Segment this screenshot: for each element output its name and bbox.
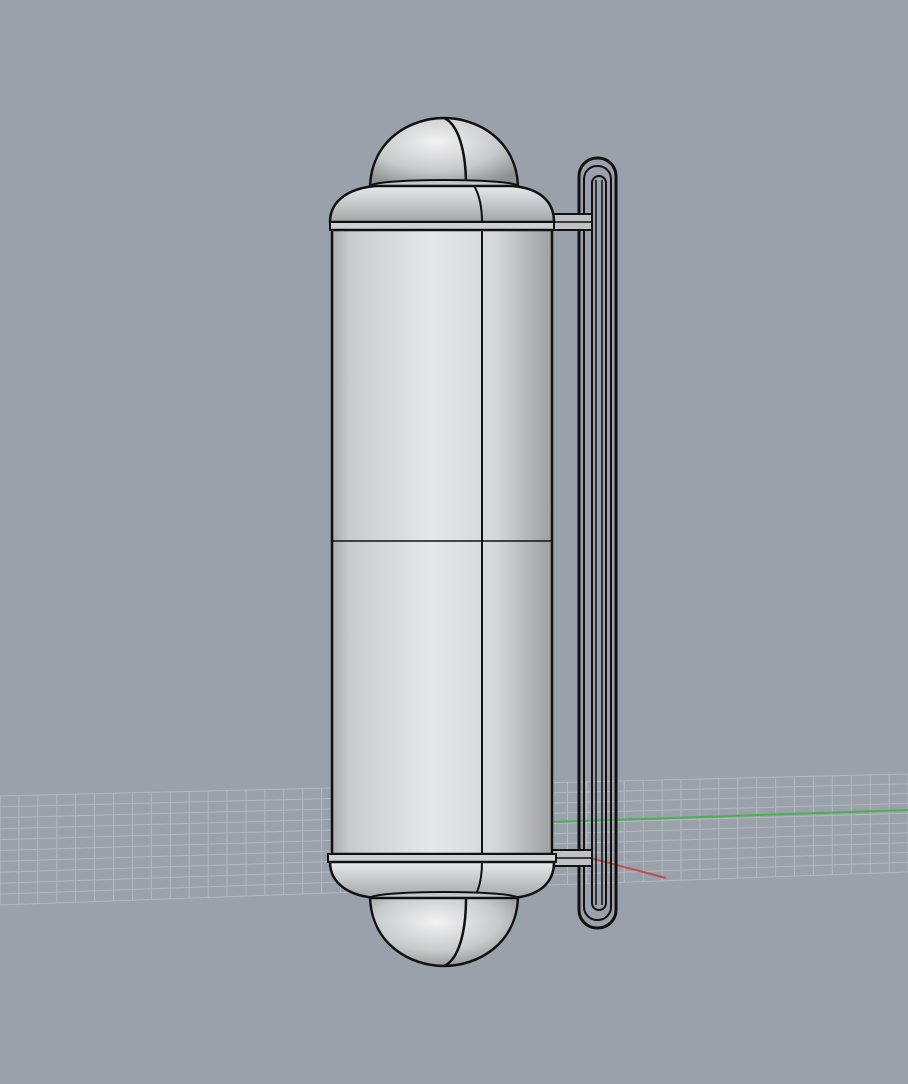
cylinder-lamp-body[interactable] — [330, 228, 554, 856]
viewport-3d[interactable] — [0, 0, 908, 1084]
top-shoulder-ring — [328, 184, 556, 231]
top-dome-cap[interactable] — [368, 116, 520, 193]
render-canvas[interactable] — [0, 0, 908, 1084]
bottom-dome-cap[interactable] — [368, 891, 520, 968]
